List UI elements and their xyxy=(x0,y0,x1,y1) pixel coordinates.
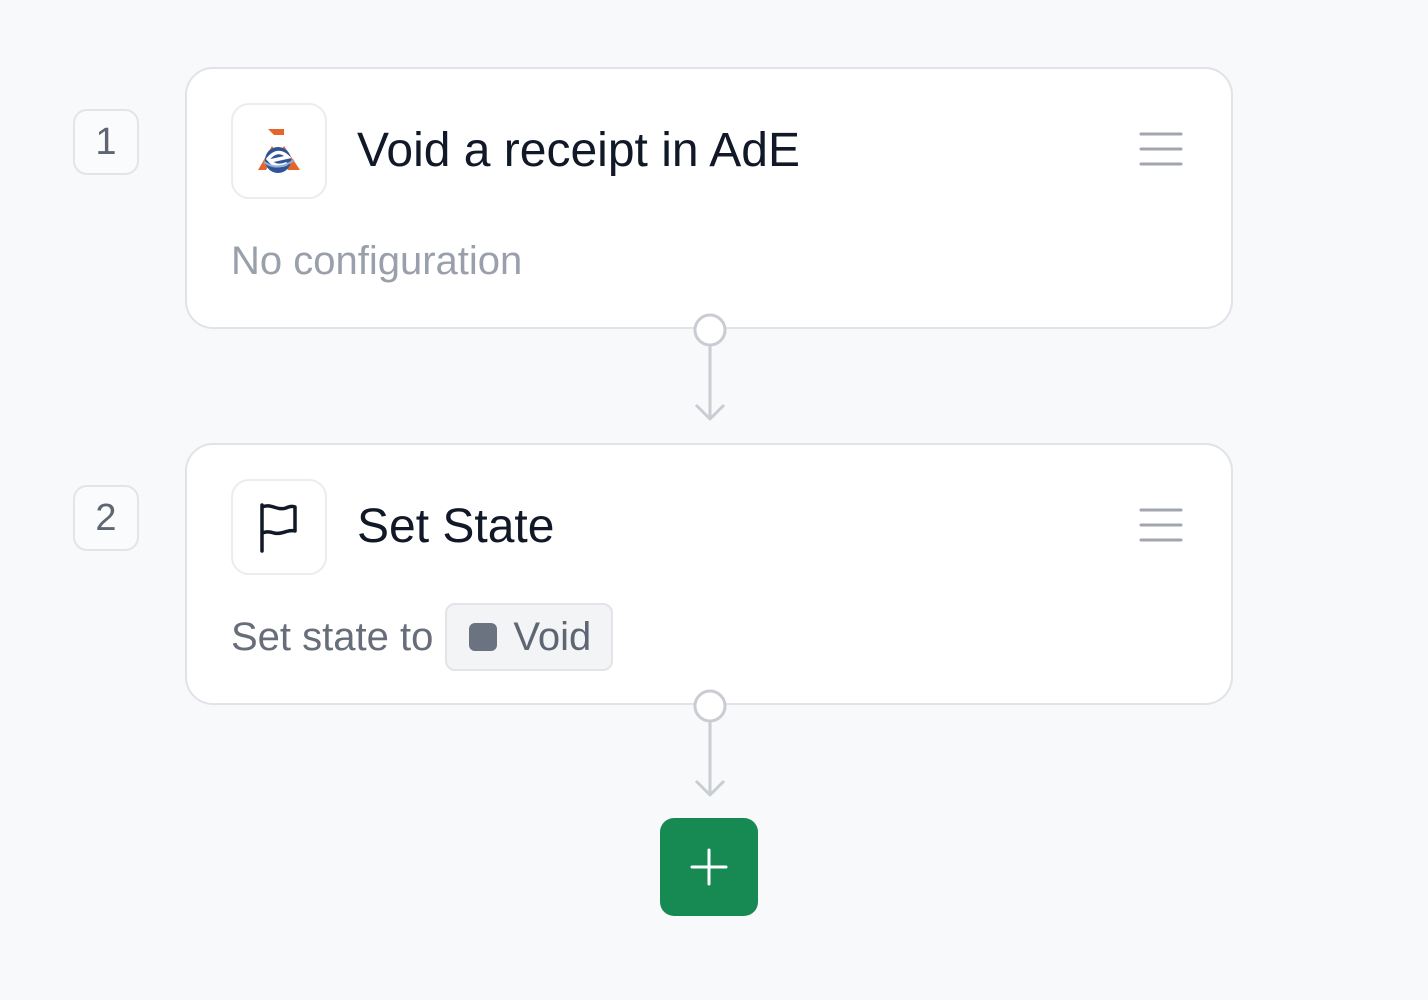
step-title: Set State xyxy=(357,500,555,553)
connector-arrow xyxy=(693,313,727,421)
step-description: No configuration xyxy=(231,239,523,283)
connector-arrow xyxy=(693,689,727,797)
step-card-2[interactable]: Set State Set state to Void xyxy=(185,443,1233,705)
description-prefix: Set state to xyxy=(231,615,434,659)
menu-icon[interactable] xyxy=(1139,507,1183,543)
flag-icon xyxy=(231,479,327,575)
add-step-button[interactable] xyxy=(660,818,758,916)
state-badge: Void xyxy=(445,603,614,671)
ade-logo-icon xyxy=(231,103,327,199)
state-color-swatch xyxy=(469,623,498,651)
state-label: Void xyxy=(513,615,592,659)
step-description: Set state to Void xyxy=(231,603,614,671)
menu-icon[interactable] xyxy=(1139,131,1183,167)
step-number-1: 1 xyxy=(73,109,139,175)
step-card-1[interactable]: Void a receipt in AdE No configuration xyxy=(185,67,1233,329)
plus-icon xyxy=(690,848,728,886)
step-title: Void a receipt in AdE xyxy=(357,124,800,177)
step-number-2: 2 xyxy=(73,485,139,551)
